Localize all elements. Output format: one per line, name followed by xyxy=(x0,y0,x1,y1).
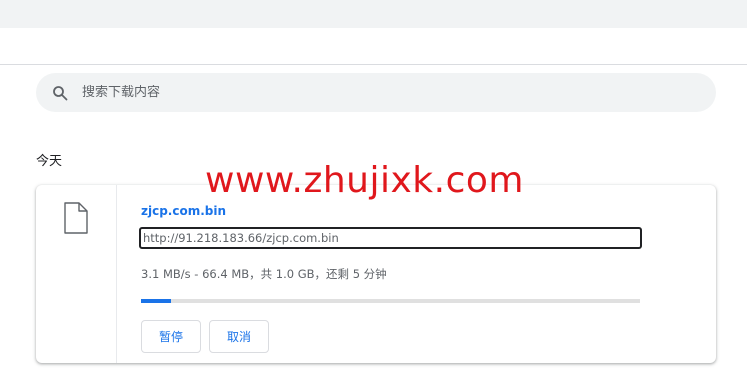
file-url[interactable]: http://91.218.183.66/zjcp.com.bin xyxy=(139,227,642,249)
download-card: zjcp.com.bin http://91.218.183.66/zjcp.c… xyxy=(36,185,716,363)
search-input[interactable] xyxy=(82,85,642,100)
progress-fill xyxy=(141,299,171,303)
pause-button[interactable]: 暂停 xyxy=(141,320,201,353)
progress-bar xyxy=(141,299,640,303)
cancel-button[interactable]: 取消 xyxy=(209,320,269,353)
header-divider xyxy=(0,64,747,65)
file-name-link[interactable]: zjcp.com.bin xyxy=(141,204,226,218)
download-status: 3.1 MB/s - 66.4 MB，共 1.0 GB，还剩 5 分钟 xyxy=(141,267,387,281)
section-title: 今天 xyxy=(36,154,63,169)
file-icon-column xyxy=(36,185,117,363)
search-bar[interactable] xyxy=(36,73,716,112)
top-bar xyxy=(0,0,747,28)
file-icon xyxy=(64,202,88,238)
watermark: www.zhujixk.com xyxy=(205,160,524,201)
search-icon xyxy=(52,85,68,101)
